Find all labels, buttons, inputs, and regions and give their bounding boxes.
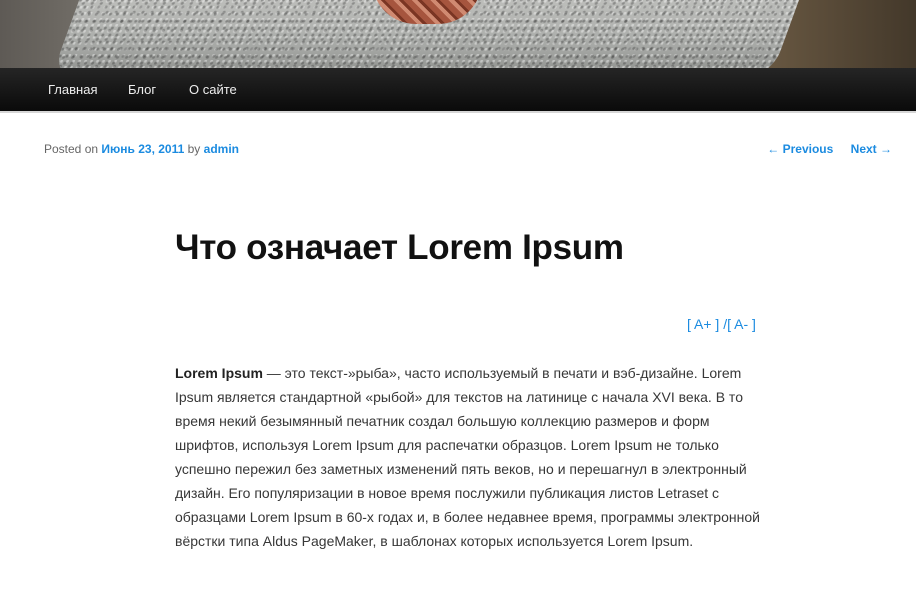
post-body: Lorem Ipsum — это текст-»рыба», часто ис…: [175, 361, 765, 553]
post-body-text: — это текст-»рыба», часто используемый в…: [175, 365, 760, 549]
previous-post-link[interactable]: ← Previous: [767, 142, 833, 156]
nav-item-home[interactable]: Главная: [48, 68, 97, 111]
post-lead-bold: Lorem Ipsum: [175, 365, 263, 381]
nav-item-blog[interactable]: Блог: [128, 68, 156, 111]
post-meta: Posted on Июнь 23, 2011 by admin: [44, 142, 239, 156]
font-size-controls: [ A+ ] /[ A- ]: [687, 316, 756, 332]
font-increase-button[interactable]: [ A+ ]: [687, 316, 719, 332]
header-image: [0, 0, 916, 68]
post-date-link[interactable]: Июнь 23, 2011: [101, 142, 184, 156]
post-title: Что означает Lorem Ipsum: [175, 228, 624, 267]
nav-item-about[interactable]: О сайте: [189, 68, 237, 111]
next-post-link[interactable]: Next →: [851, 142, 892, 156]
posted-on-label: Posted on: [44, 142, 99, 156]
font-decrease-button[interactable]: [ A- ]: [727, 316, 756, 332]
author-link[interactable]: admin: [204, 142, 239, 156]
post-navigation: ← Previous Next →: [753, 142, 892, 156]
font-size-separator: /: [719, 316, 728, 332]
by-label: by: [187, 142, 201, 156]
main-navigation: Главная Блог О сайте: [0, 68, 916, 113]
